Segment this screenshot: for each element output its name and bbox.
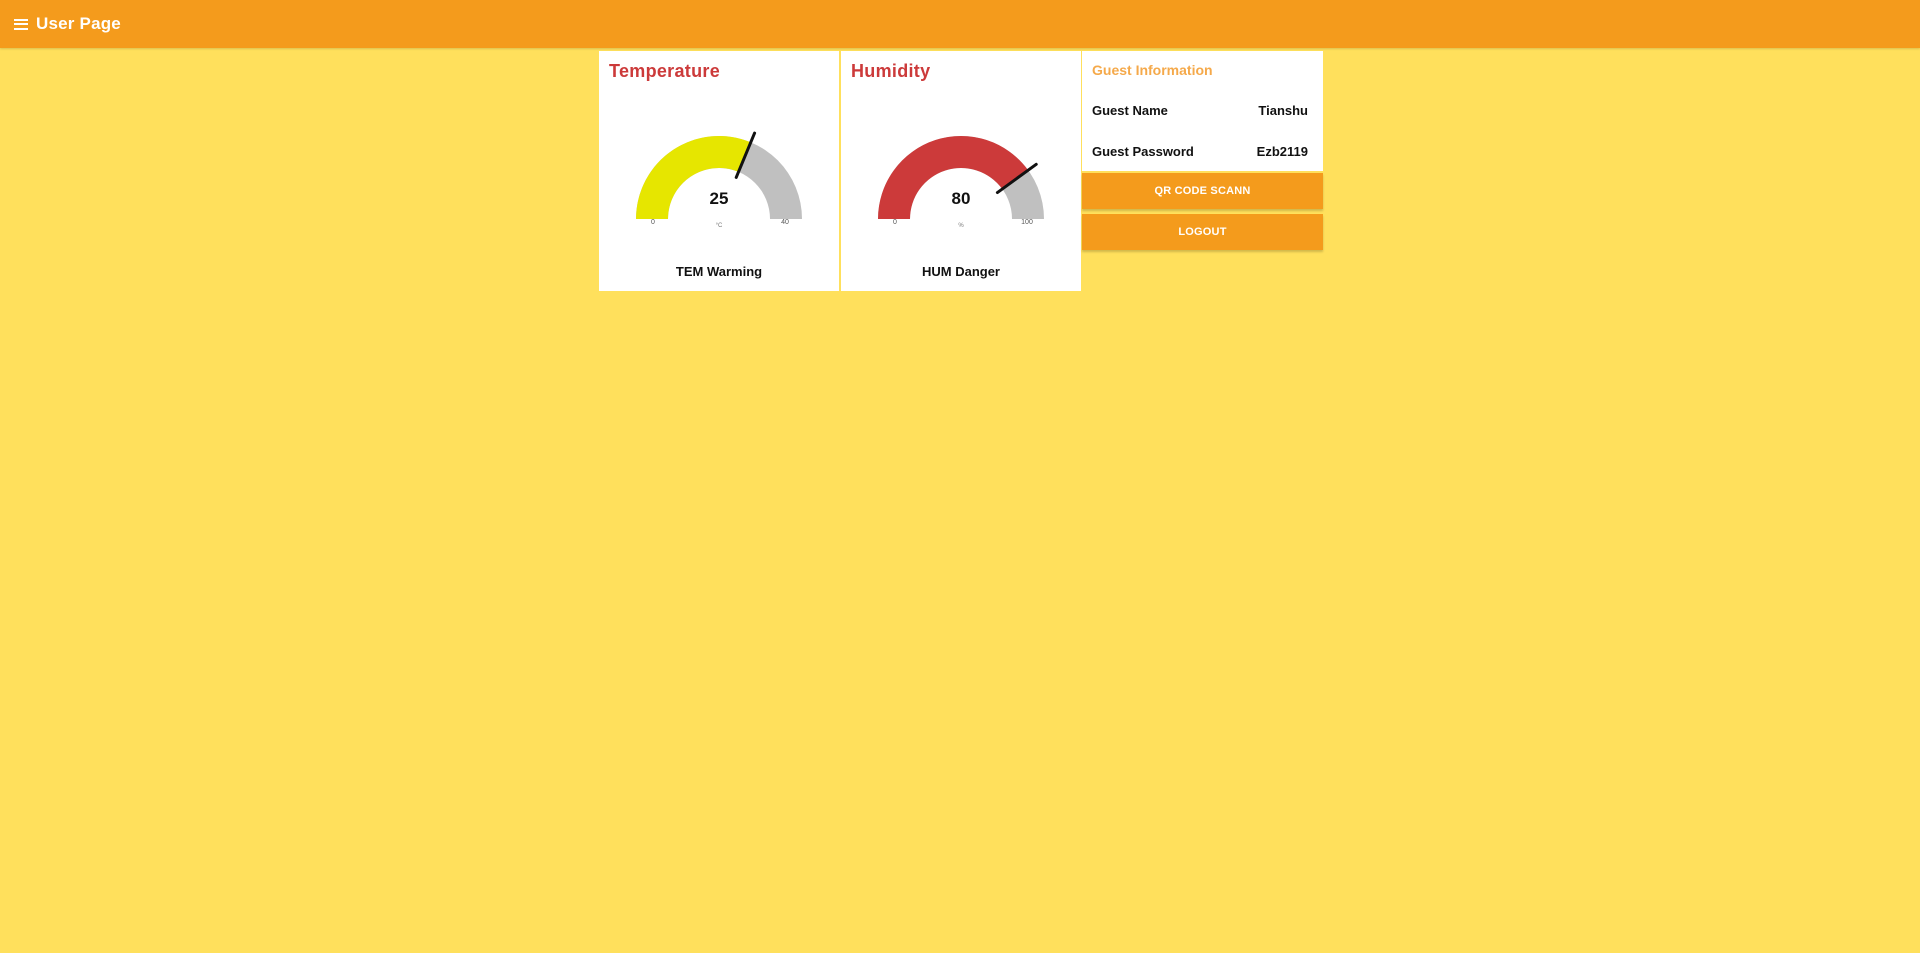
guest-name-value: Tianshu bbox=[1258, 103, 1308, 118]
temperature-gauge: 25 0 40 °C bbox=[636, 131, 802, 229]
gauge-unit-label: % bbox=[958, 223, 964, 229]
gauge-min-label: 0 bbox=[651, 219, 655, 226]
qr-code-scan-button[interactable]: QR CODE SCANN bbox=[1082, 173, 1323, 209]
guest-password-row: Guest Password Ezb2119 bbox=[1092, 144, 1308, 159]
humidity-gauge: 80 0 100 % bbox=[878, 136, 1044, 229]
hamburger-menu-icon[interactable] bbox=[14, 18, 28, 30]
guest-information-panel: Guest Information Guest Name Tianshu Gue… bbox=[1082, 51, 1323, 171]
top-app-bar: User Page bbox=[0, 0, 1920, 48]
temperature-title: Temperature bbox=[609, 61, 721, 81]
guest-name-row: Guest Name Tianshu bbox=[1092, 103, 1308, 118]
gauge-unit-label: °C bbox=[716, 223, 723, 229]
gauge-value: 80 bbox=[952, 189, 971, 208]
guest-password-label: Guest Password bbox=[1092, 144, 1194, 159]
guest-name-label: Guest Name bbox=[1092, 103, 1168, 118]
guest-information-card: Guest Information Guest Name Tianshu Gue… bbox=[1082, 51, 1323, 251]
humidity-status: HUM Danger bbox=[921, 264, 1000, 279]
logout-button[interactable]: LOGOUT bbox=[1082, 214, 1323, 250]
humidity-card: Humidity 80 0 100 % HUM Danger bbox=[841, 51, 1081, 291]
gauge-max-label: 40 bbox=[781, 219, 789, 226]
temperature-card: Temperature 25 0 40 °C TEM Warming bbox=[599, 51, 839, 291]
temperature-status: TEM Warming bbox=[675, 264, 763, 279]
gauge-fill bbox=[636, 135, 751, 219]
gauge-min-label: 0 bbox=[893, 219, 897, 226]
gauge-value: 25 bbox=[710, 189, 729, 208]
gauge-max-label: 100 bbox=[1021, 219, 1033, 226]
guest-information-title: Guest Information bbox=[1092, 62, 1213, 78]
guest-password-value: Ezb2119 bbox=[1256, 144, 1308, 159]
humidity-title: Humidity bbox=[851, 61, 931, 81]
page-title: User Page bbox=[36, 14, 121, 33]
